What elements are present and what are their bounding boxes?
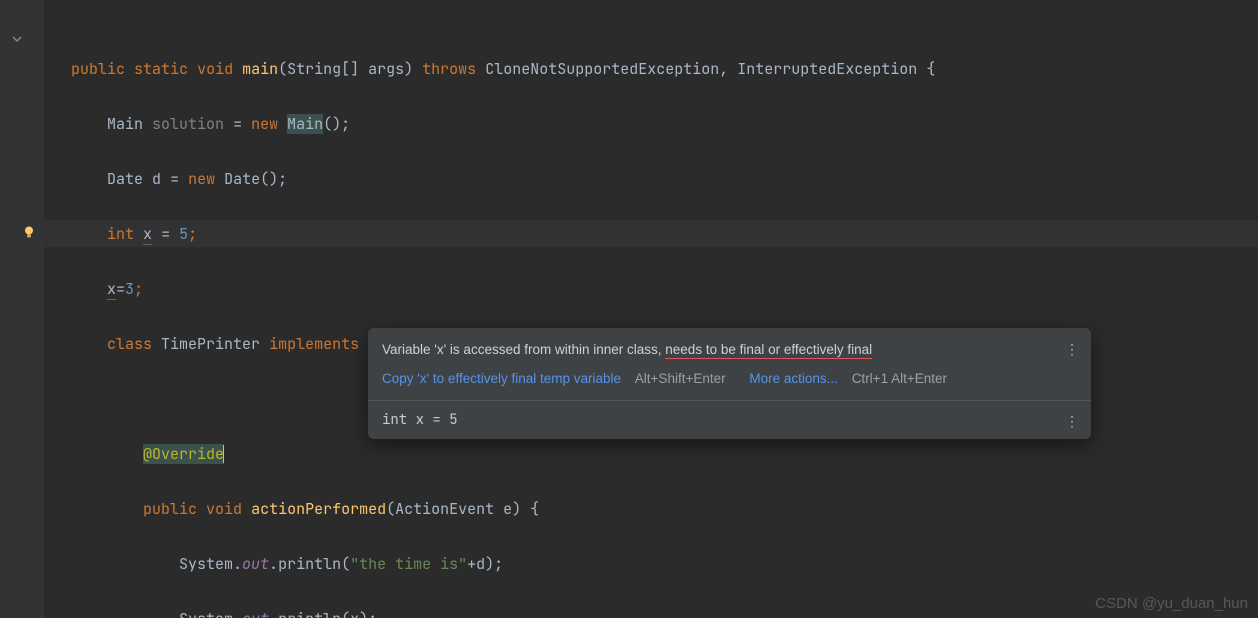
tooltip-footer: int x = 5	[368, 400, 1091, 439]
code-editor[interactable]: public static void main(String[] args) t…	[44, 0, 1258, 618]
tooltip-body: Variable 'x' is accessed from within inn…	[368, 328, 1091, 400]
quickfix-shortcut: Alt+Shift+Enter	[635, 371, 726, 386]
code-line: @Override	[44, 441, 1258, 469]
tooltip-actions: Copy 'x' to effectively final temp varia…	[382, 369, 1047, 390]
code-line: public void actionPerformed(ActionEvent …	[44, 496, 1258, 524]
more-actions-shortcut: Ctrl+1 Alt+Enter	[852, 371, 947, 386]
code-line: public static void main(String[] args) t…	[44, 56, 1258, 84]
code-line: System.out.println(x);	[44, 606, 1258, 618]
code-line: x=3;	[44, 276, 1258, 304]
tooltip-footer-menu-icon[interactable]: ⋮	[1065, 415, 1079, 429]
quickfix-copy-link[interactable]: Copy 'x' to effectively final temp varia…	[382, 371, 621, 386]
code-line: System.out.println("the time is"+d);	[44, 551, 1258, 579]
bulb-icon[interactable]	[22, 224, 38, 240]
error-variable-x: x	[350, 609, 359, 618]
gutter	[0, 0, 44, 618]
fold-open-icon[interactable]	[10, 34, 24, 48]
code-line: Main solution = new Main();	[44, 111, 1258, 139]
text-caret	[223, 445, 224, 463]
tooltip-menu-icon[interactable]: ⋮	[1065, 342, 1079, 356]
code-line: Date d = new Date();	[44, 166, 1258, 194]
more-actions-link[interactable]: More actions...	[749, 371, 838, 386]
code-line: int x = 5;	[44, 221, 1258, 249]
inspection-tooltip: Variable 'x' is accessed from within inn…	[368, 328, 1091, 439]
tooltip-message: Variable 'x' is accessed from within inn…	[382, 340, 1047, 361]
